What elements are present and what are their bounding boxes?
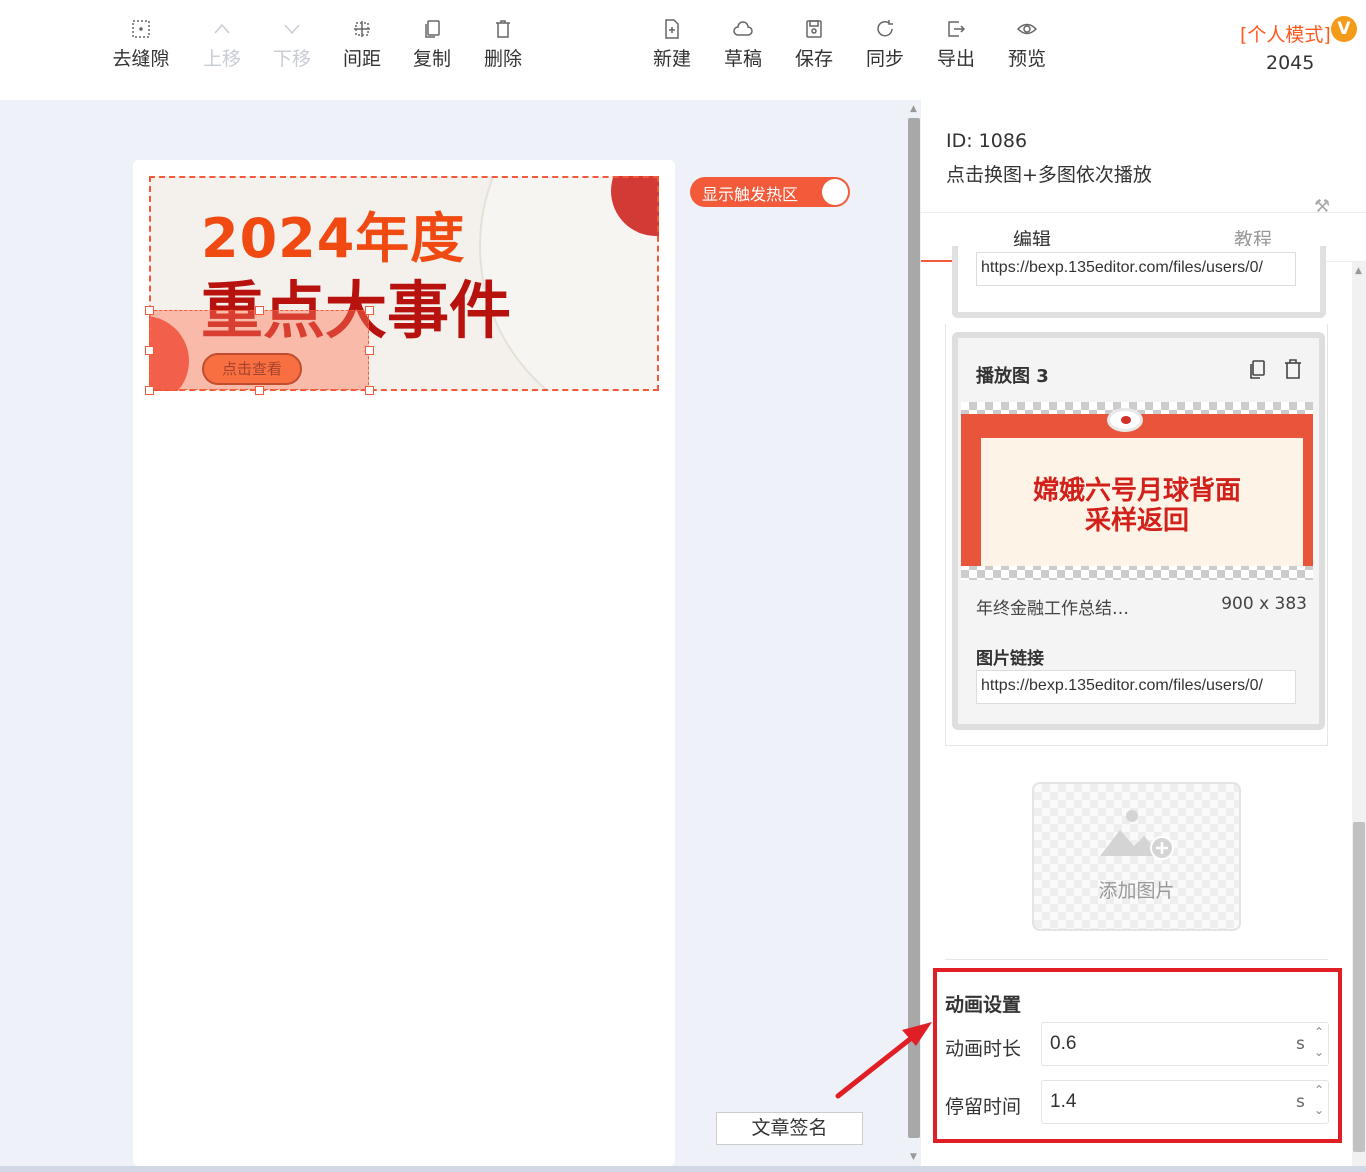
copy-icon[interactable] — [1246, 358, 1268, 382]
top-toolbar: 去缝隙 上移 下移 间距 复制 删除 新建 草稿 保存 同步 导出 预览 [个人… — [0, 0, 1366, 100]
resize-handle[interactable] — [145, 386, 154, 395]
spacing-icon — [354, 21, 370, 37]
animation-duration-input[interactable]: 0.6 s ⌃ ⌄ — [1041, 1022, 1329, 1066]
thumbnail-pin — [1107, 408, 1143, 432]
right-panel: ID: 1086 点击换图+多图依次播放 ⚒ 编辑 教程 https://bex… — [921, 100, 1366, 1172]
thumbnail-picture: 嫦娥六号月球背面 采样返回 — [961, 408, 1313, 566]
sync-button[interactable]: 同步 — [850, 18, 920, 71]
stay-time-value: 1.4 — [1050, 1091, 1077, 1112]
copy-icon — [425, 20, 440, 38]
previous-image-card: https://bexp.135editor.com/files/users/0… — [952, 246, 1326, 318]
animation-duration-value: 0.6 — [1050, 1033, 1077, 1054]
component-id: ID: 1086 — [946, 130, 1028, 152]
thumbnail-text-line2: 采样返回 — [1084, 506, 1189, 536]
stay-time-unit: s — [1296, 1092, 1305, 1112]
stay-time-input[interactable]: 1.4 s ⌃ ⌄ — [1041, 1080, 1329, 1124]
image-link-label: 图片链接 — [976, 649, 1044, 669]
personal-mode-label[interactable]: [个人模式] — [1240, 20, 1331, 47]
image-name: 年终金融工作总结… — [976, 599, 1129, 619]
increment-icon[interactable]: ⌃ — [1314, 1025, 1324, 1039]
animation-duration-unit: s — [1296, 1034, 1305, 1054]
save-icon — [806, 20, 822, 38]
cloud-icon — [733, 21, 753, 36]
section-divider — [945, 959, 1328, 960]
resize-handle[interactable] — [255, 386, 264, 395]
panel-scroll-thumb[interactable] — [1353, 822, 1365, 1152]
chevron-down-icon — [284, 24, 300, 35]
resize-handle[interactable] — [365, 306, 374, 315]
card-title: 播放图 3 — [976, 366, 1049, 387]
previous-link-input[interactable]: https://bexp.135editor.com/files/users/0… — [976, 252, 1296, 286]
animation-settings-title: 动画设置 — [945, 994, 1022, 1016]
resize-handle[interactable] — [145, 306, 154, 315]
chevron-up-icon — [214, 23, 230, 34]
animation-duration-label: 动画时长 — [945, 1038, 1022, 1060]
trash-icon[interactable] — [1282, 358, 1304, 382]
scroll-up-icon[interactable]: ▲ — [910, 104, 917, 114]
image-thumbnail[interactable]: 嫦娥六号月球背面 采样返回 — [961, 402, 1313, 580]
add-image-label: 添加图片 — [1098, 880, 1175, 902]
copy-button[interactable]: 复制 — [397, 18, 467, 71]
image-link-input[interactable]: https://bexp.135editor.com/files/users/0… — [976, 670, 1296, 704]
remove-gap-button[interactable]: 去缝隙 — [106, 18, 176, 71]
export-button[interactable]: 导出 — [921, 18, 991, 71]
canvas-scrollbar[interactable]: ▲ ▼ — [907, 100, 921, 1166]
count-text: 2045 — [1266, 52, 1315, 74]
preview-button[interactable]: 预览 — [992, 18, 1062, 71]
toggle-knob — [822, 179, 848, 205]
new-button[interactable]: 新建 — [637, 18, 707, 71]
hotzone-selected[interactable] — [149, 310, 369, 390]
article-signature-button[interactable]: 文章签名 — [716, 1112, 863, 1145]
spacing-button[interactable]: 间距 — [327, 18, 397, 71]
move-down-button[interactable]: 下移 — [257, 18, 327, 71]
image-size: 900 x 383 — [1221, 594, 1307, 614]
component-description: 点击换图+多图依次播放 — [946, 164, 1152, 186]
bottom-strip — [0, 1166, 1366, 1172]
stay-time-label: 停留时间 — [945, 1096, 1022, 1118]
eye-icon — [1016, 23, 1038, 35]
save-button[interactable]: 保存 — [779, 18, 849, 71]
scroll-down-icon[interactable]: ▼ — [910, 1152, 917, 1162]
image-add-icon — [1100, 810, 1174, 860]
canvas-scroll-thumb[interactable] — [908, 118, 920, 1138]
export-icon — [948, 21, 966, 37]
show-hotzone-label: 显示触发热区 — [702, 185, 799, 204]
scroll-up-icon[interactable]: ▲ — [1355, 266, 1362, 276]
new-file-icon — [665, 19, 679, 39]
vip-badge-icon: V — [1331, 16, 1357, 42]
decrement-icon[interactable]: ⌄ — [1314, 1103, 1324, 1117]
move-up-button[interactable]: 上移 — [187, 18, 257, 71]
increment-icon[interactable]: ⌃ — [1314, 1083, 1324, 1097]
resize-handle[interactable] — [145, 346, 154, 355]
resize-handle[interactable] — [365, 386, 374, 395]
sync-icon — [877, 20, 893, 37]
resize-handle[interactable] — [365, 346, 374, 355]
resize-handle[interactable] — [255, 306, 264, 315]
grid-icon — [132, 20, 150, 38]
decrement-icon[interactable]: ⌄ — [1314, 1045, 1324, 1059]
animation-settings-highlight: 动画设置 动画时长 0.6 s ⌃ ⌄ 停留时间 1.4 s ⌃ ⌄ — [933, 968, 1342, 1143]
delete-button[interactable]: 删除 — [468, 18, 538, 71]
panel-scrollbar[interactable]: ▲ — [1352, 262, 1366, 1172]
add-image-button[interactable]: 添加图片 — [1032, 782, 1241, 931]
draft-button[interactable]: 草稿 — [708, 18, 778, 71]
image-card-3: 播放图 3 嫦娥六号月球背面 采样返回 年终金融工作总结… 900 x 383 … — [952, 332, 1325, 730]
trash-icon — [496, 20, 510, 38]
show-hotzone-toggle[interactable]: 显示触发热区 — [690, 177, 850, 207]
